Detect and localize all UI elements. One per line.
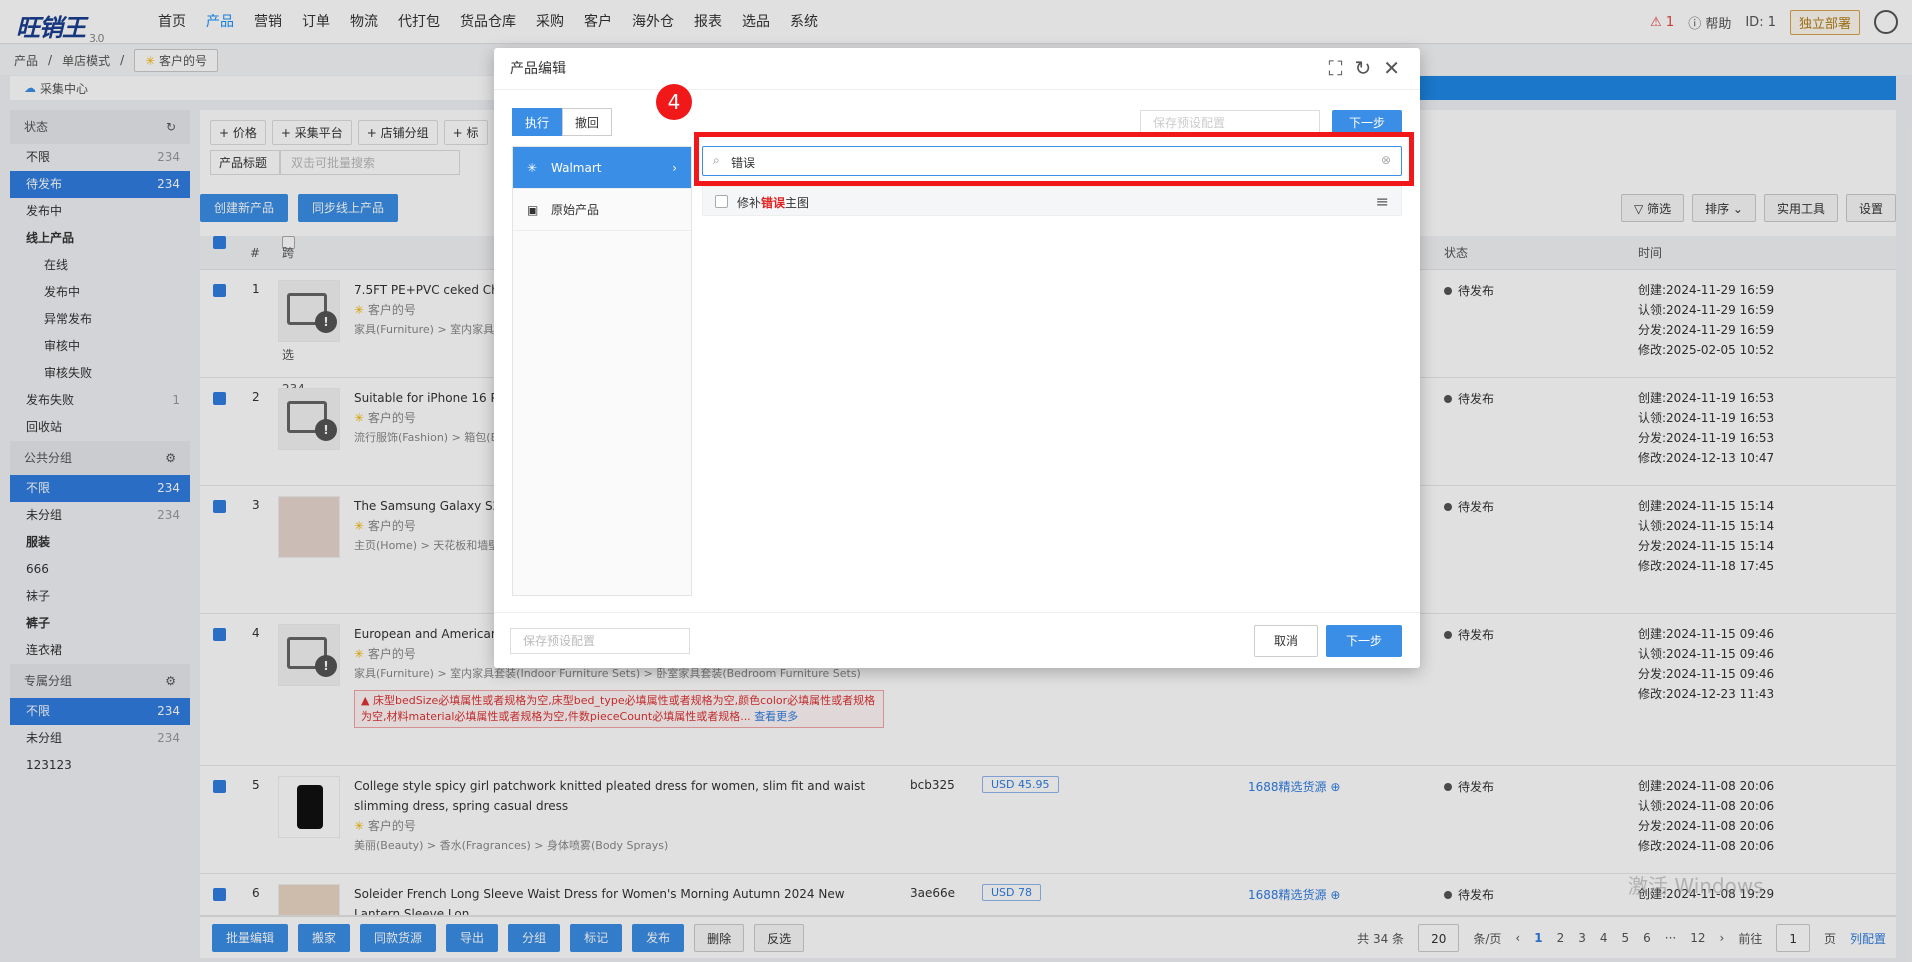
next-button[interactable]: 下一步 [1326, 625, 1402, 657]
cube-icon: ▣ [527, 203, 539, 217]
refresh-icon[interactable]: ↻ [1354, 58, 1371, 78]
modal-side-list: ✳ Walmart › ▣ 原始产品 [512, 146, 692, 596]
search-result-item[interactable]: 修补错误主图 ≡ [702, 186, 1402, 216]
tab-execute[interactable]: 执行 [512, 108, 563, 136]
side-item-walmart[interactable]: ✳ Walmart › [513, 147, 691, 189]
modal-header-icons: ⛶ ↻ ✕ [1328, 58, 1400, 78]
modal-title: 产品编辑 [494, 48, 1420, 90]
fullscreen-icon[interactable]: ⛶ [1328, 58, 1342, 78]
side-item-original[interactable]: ▣ 原始产品 [513, 189, 691, 231]
tab-undo[interactable]: 撤回 [562, 108, 613, 136]
close-icon[interactable]: ✕ [1383, 58, 1400, 78]
walmart-spark-icon: ✳ [527, 161, 538, 175]
highlight-box [694, 132, 1414, 186]
preset-select-bottom[interactable]: 保存预设配置 [510, 628, 690, 654]
chevron-right-icon: › [672, 161, 677, 175]
cancel-button[interactable]: 取消 [1254, 625, 1318, 657]
result-checkbox[interactable] [715, 195, 728, 208]
step-badge: 4 [656, 84, 692, 120]
drag-handle-icon[interactable]: ≡ [1376, 192, 1389, 211]
modal-tabs: 执行 撤回 [512, 108, 613, 136]
modal-footer: 保存预设配置 取消 下一步 [494, 612, 1420, 668]
